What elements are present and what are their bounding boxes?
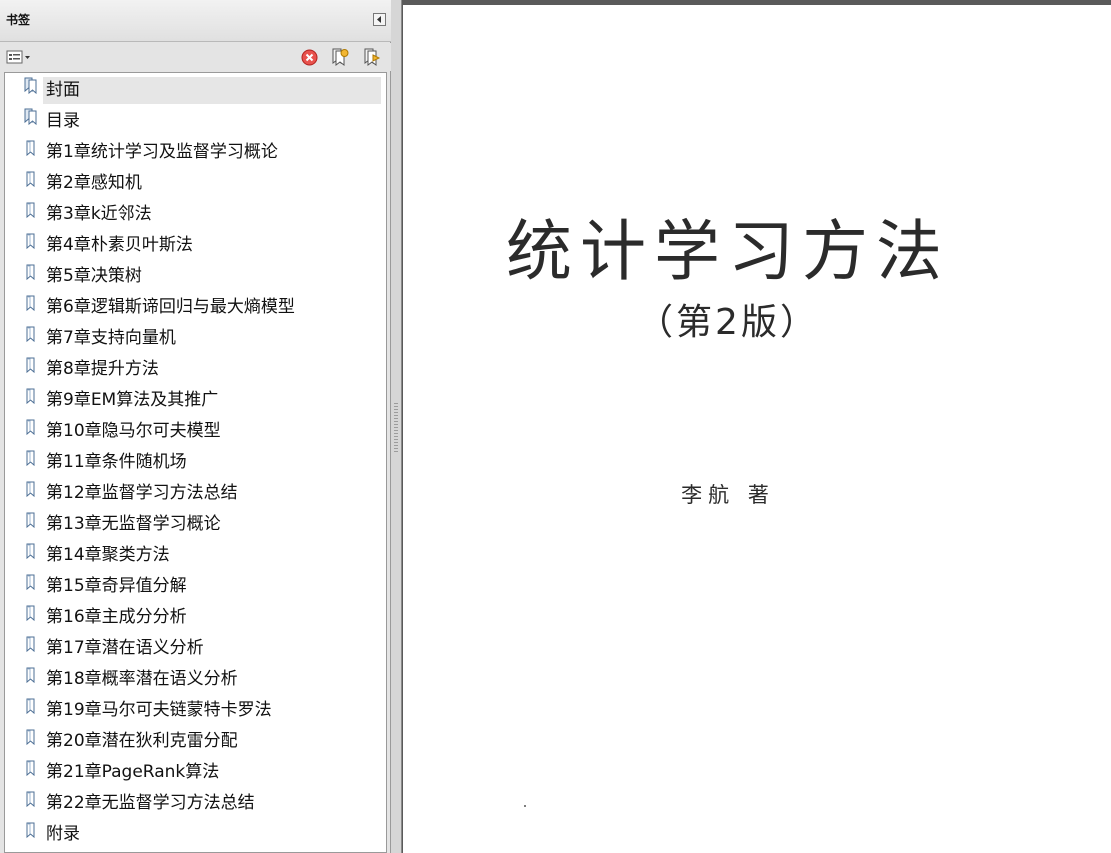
options-list-icon: [6, 50, 30, 64]
new-bookmark-icon: [332, 48, 349, 66]
bookmark-multi-icon: [24, 108, 37, 126]
bookmark-label: 第2章感知机: [46, 173, 142, 193]
bookmark-label: 第18章概率潜在语义分析: [46, 669, 238, 689]
bookmark-item[interactable]: 第20章潜在狄利克雷分配: [5, 724, 386, 755]
page-speck: [524, 805, 526, 807]
book-author: 李航 著: [681, 483, 775, 507]
bookmark-item[interactable]: 第3章k近邻法: [5, 197, 386, 228]
bookmark-item[interactable]: 第8章提升方法: [5, 352, 386, 383]
book-edition: （第2版）: [637, 302, 819, 343]
bookmarks-tree[interactable]: 封面目录第1章统计学习及监督学习概论 第2章感知机 第3章k近邻法第4章朴素贝叶斯法…: [4, 72, 387, 853]
bookmark-icon: [26, 667, 35, 684]
bookmark-icon: [26, 326, 35, 343]
bookmark-icon: [26, 419, 35, 436]
bookmark-icon: [26, 202, 35, 219]
bookmark-item[interactable]: 第5章决策树: [5, 259, 386, 290]
bookmark-label: 第20章潜在狄利克雷分配: [46, 731, 238, 751]
bookmark-properties-button[interactable]: [362, 48, 381, 66]
bookmark-label: 附录: [46, 824, 80, 844]
bookmark-item[interactable]: 第1章统计学习及监督学习概论: [5, 135, 386, 166]
bookmark-item[interactable]: 第7章支持向量机: [5, 321, 386, 352]
bookmark-label: 第16章主成分分析: [46, 607, 187, 627]
bookmark-item[interactable]: 封面: [5, 73, 386, 104]
bookmark-item[interactable]: 第6章逻辑斯谛回归与最大熵模型: [5, 290, 386, 321]
bookmark-item[interactable]: 第18章概率潜在语义分析: [5, 662, 386, 693]
bookmarks-panel-header: 书签: [0, 0, 391, 42]
bookmark-label: 第1章统计学习及监督学习概论: [46, 142, 278, 162]
bookmark-icon: [26, 388, 35, 405]
bookmark-item[interactable]: 第15章奇异值分解: [5, 569, 386, 600]
bookmark-icon: [26, 729, 35, 746]
bookmark-label: 第15章奇异值分解: [46, 576, 187, 596]
bookmarks-toolbar: [0, 43, 391, 71]
bookmark-icon: [26, 264, 35, 281]
book-title: 统计学习方法: [506, 213, 950, 290]
bookmark-icon: [26, 233, 35, 250]
bookmark-label: 第4章朴素贝叶斯法: [46, 235, 193, 255]
bookmark-label: 第14章聚类方法: [46, 545, 170, 565]
bookmark-item[interactable]: 第10章隐马尔可夫模型: [5, 414, 386, 445]
bookmark-item[interactable]: 第11章条件随机场: [5, 445, 386, 476]
bookmark-label: 第11章条件随机场: [46, 452, 187, 472]
bookmark-label: 第19章马尔可夫链蒙特卡罗法: [46, 700, 272, 720]
bookmark-icon: [26, 171, 35, 188]
delete-icon: [301, 49, 318, 65]
options-menu-button[interactable]: [6, 48, 32, 66]
bookmark-icon: [26, 543, 35, 560]
panel-title: 书签: [6, 13, 31, 27]
bookmark-label: 第22章无监督学习方法总结: [46, 793, 255, 813]
new-bookmark-button[interactable]: [330, 48, 349, 66]
bookmark-item[interactable]: 第9章EM算法及其推广: [5, 383, 386, 414]
bookmark-label: 第3章k近邻法: [46, 204, 152, 224]
bookmark-label: 第6章逻辑斯谛回归与最大熵模型: [46, 297, 295, 317]
bookmark-item[interactable]: 第14章聚类方法: [5, 538, 386, 569]
bookmarks-panel: 书签 封面 目录 第1章统计学习及监督学习概论 第2章感知机 第3章k近邻法 第…: [0, 0, 391, 853]
bookmark-label: 第21章PageRank算法: [46, 762, 220, 782]
bookmark-icon: [26, 698, 35, 715]
pdf-page: 统计学习方法 （第2版） 李航 著: [403, 5, 1111, 853]
bookmark-icon: [26, 574, 35, 591]
bookmark-label: 目录: [46, 111, 80, 131]
bookmark-label: 第5章决策树: [46, 266, 142, 286]
bookmark-icon: [26, 605, 35, 622]
bookmark-item[interactable]: 第19章马尔可夫链蒙特卡罗法: [5, 693, 386, 724]
bookmark-label: 第17章潜在语义分析: [46, 638, 204, 658]
bookmark-item[interactable]: 第22章无监督学习方法总结: [5, 786, 386, 817]
pdf-reader-window: 书签 封面 目录 第1章统计学习及监督学习概论 第2章感知机 第3章k近邻法 第…: [0, 0, 1111, 853]
collapse-panel-button[interactable]: [373, 13, 386, 26]
splitter-grip[interactable]: [394, 403, 398, 453]
bookmark-label: 第10章隐马尔可夫模型: [46, 421, 221, 441]
bookmark-expand-icon: [364, 48, 381, 66]
bookmark-item[interactable]: 第13章无监督学习概论: [5, 507, 386, 538]
bookmark-icon: [26, 357, 35, 374]
bookmark-item[interactable]: 第4章朴素贝叶斯法: [5, 228, 386, 259]
bookmark-label: 第12章监督学习方法总结: [46, 483, 238, 503]
bookmark-label: 第13章无监督学习概论: [46, 514, 221, 534]
bookmark-icon: [26, 822, 35, 839]
bookmark-icon: [26, 512, 35, 529]
bookmark-item[interactable]: 第17章潜在语义分析: [5, 631, 386, 662]
bookmark-item[interactable]: 第12章监督学习方法总结: [5, 476, 386, 507]
chevron-left-icon: [377, 16, 381, 23]
bookmark-item[interactable]: 第2章感知机: [5, 166, 386, 197]
bookmark-label: 第8章提升方法: [46, 359, 159, 379]
bookmark-label: 封面: [43, 77, 381, 104]
delete-bookmark-button[interactable]: [301, 48, 318, 66]
panel-splitter[interactable]: [391, 0, 402, 853]
bookmark-item[interactable]: 第16章主成分分析: [5, 600, 386, 631]
bookmark-icon: [26, 450, 35, 467]
bookmark-icon: [26, 140, 35, 157]
bookmark-item[interactable]: 第21章PageRank算法: [5, 755, 386, 786]
bookmark-multi-icon: [24, 77, 37, 95]
bookmark-label: 第7章支持向量机: [46, 328, 176, 348]
bookmark-item[interactable]: 附录: [5, 817, 386, 848]
bookmark-icon: [26, 791, 35, 808]
bookmark-icon: [26, 481, 35, 498]
bookmark-icon: [26, 295, 35, 312]
bookmark-item[interactable]: 目录: [5, 104, 386, 135]
bookmark-label: 第9章EM算法及其推广: [46, 390, 219, 410]
bookmark-icon: [26, 636, 35, 653]
document-viewer[interactable]: 统计学习方法 （第2版） 李航 著: [402, 0, 1111, 853]
bookmark-icon: [26, 760, 35, 777]
